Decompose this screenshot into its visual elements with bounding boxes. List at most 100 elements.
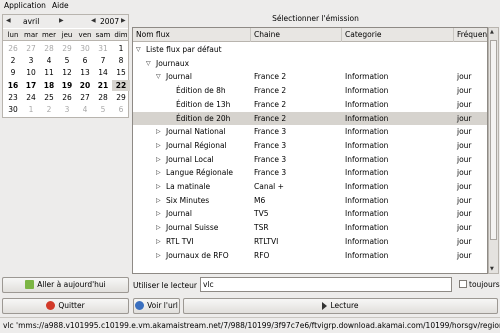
calendar-day[interactable]: 3 — [22, 55, 40, 66]
tree-row[interactable]: ▽ Journal France 2 Information jour — [133, 70, 487, 84]
tree-cell-freq: jour — [457, 154, 472, 164]
calendar-day[interactable]: 12 — [58, 67, 76, 78]
expander-closed-icon[interactable]: ▷ — [156, 235, 161, 249]
tree-row[interactable]: Édition de 8h France 2 Information jour — [133, 84, 487, 98]
tree-row[interactable]: ▷ Journal Régional France 3 Information jour — [133, 139, 487, 153]
lecteur-input[interactable] — [200, 277, 452, 292]
tree-row[interactable]: Édition de 13h France 2 Information jour — [133, 98, 487, 112]
tree-row[interactable]: ▷ Six Minutes M6 Information jour — [133, 194, 487, 208]
expander-closed-icon[interactable]: ▷ — [156, 166, 161, 180]
lecture-button[interactable]: Lecture — [183, 298, 498, 314]
calendar-day[interactable]: 11 — [40, 67, 58, 78]
calendar-day[interactable]: 4 — [76, 104, 94, 115]
calendar-day[interactable]: 15 — [112, 67, 130, 78]
column-nom-flux[interactable]: Nom flux — [133, 28, 251, 42]
voir-url-button[interactable]: Voir l'url — [133, 298, 180, 314]
month-label: avril — [23, 17, 40, 26]
prev-month-arrow-icon[interactable]: ◀ — [6, 17, 11, 24]
calendar-day[interactable]: 23 — [4, 92, 22, 103]
tree-cell-chaine: France 2 — [254, 99, 287, 109]
tree-cell-chaine: TV5 — [254, 209, 269, 219]
tree-row[interactable]: ▷ Journaux de RFO RFO Information jour — [133, 249, 487, 263]
calendar-day[interactable]: 8 — [112, 55, 130, 66]
scrollbar-thumb[interactable] — [490, 40, 497, 240]
emission-panel: Sélectionner l'émission Nom flux Chaine … — [132, 14, 499, 275]
calendar-day[interactable]: 13 — [76, 67, 94, 78]
menu-application[interactable]: Application — [4, 1, 46, 10]
year-label: 2007 — [100, 17, 120, 26]
calendar-day[interactable]: 30 — [4, 104, 22, 115]
tree-row[interactable]: ▷ La matinale Canal + Information jour — [133, 180, 487, 194]
tree-cell-name: Édition de 20h — [176, 113, 231, 123]
expander-open-icon[interactable]: ▽ — [156, 70, 161, 84]
column-frequence[interactable]: Fréquence — [454, 28, 487, 42]
tree-row[interactable]: ▷ Journal TV5 Information jour — [133, 207, 487, 221]
calendar-day[interactable]: 16 — [4, 80, 22, 91]
calendar-day[interactable]: 2 — [40, 104, 58, 115]
toujours-checkbox[interactable]: toujours — [459, 280, 500, 289]
expander-closed-icon[interactable]: ▷ — [156, 180, 161, 194]
expander-open-icon[interactable]: ▽ — [146, 57, 151, 71]
calendar-day[interactable]: 30 — [76, 43, 94, 54]
calendar-day[interactable]: 1 — [22, 104, 40, 115]
calendar-day[interactable]: 3 — [58, 104, 76, 115]
calendar-day[interactable]: 4 — [40, 55, 58, 66]
expander-closed-icon[interactable]: ▷ — [156, 125, 161, 139]
column-chaine[interactable]: Chaine — [251, 28, 342, 42]
calendar-day[interactable]: 17 — [22, 80, 40, 91]
calendar-day[interactable]: 24 — [22, 92, 40, 103]
calendar-day[interactable]: 10 — [22, 67, 40, 78]
calendar-day[interactable]: 31 — [94, 43, 112, 54]
expander-closed-icon[interactable]: ▷ — [156, 139, 161, 153]
menu-aide[interactable]: Aide — [52, 1, 69, 10]
calendar-day[interactable]: 19 — [58, 80, 76, 91]
next-month-arrow-icon[interactable]: ▶ — [59, 17, 64, 24]
next-year-arrow-icon[interactable]: ▶ — [121, 17, 126, 24]
expander-closed-icon[interactable]: ▷ — [156, 207, 161, 221]
emission-tree[interactable]: Nom flux Chaine Categorie Fréquence ▽ Lis… — [132, 27, 488, 274]
expander-open-icon[interactable]: ▽ — [136, 43, 141, 57]
tree-vertical-scrollbar[interactable]: ▲ ▼ — [488, 27, 499, 274]
calendar-day[interactable]: 26 — [4, 43, 22, 54]
calendar-day[interactable]: 6 — [112, 104, 130, 115]
expander-closed-icon[interactable]: ▷ — [156, 221, 161, 235]
tree-row[interactable]: ▷ Journal National France 3 Information jour — [133, 125, 487, 139]
scroll-up-arrow-icon[interactable]: ▲ — [490, 29, 494, 35]
calendar-day-selected[interactable]: 22 — [112, 79, 130, 91]
scroll-down-arrow-icon[interactable]: ▼ — [490, 266, 494, 272]
calendar-day[interactable]: 21 — [94, 80, 112, 91]
calendar-day[interactable]: 14 — [94, 67, 112, 78]
calendar-day[interactable]: 29 — [58, 43, 76, 54]
calendar-day[interactable]: 18 — [40, 80, 58, 91]
tree-row-selected[interactable]: Édition de 20h France 2 Information jour — [133, 111, 487, 126]
expander-closed-icon[interactable]: ▷ — [156, 249, 161, 263]
calendar-day[interactable]: 27 — [22, 43, 40, 54]
go-today-button[interactable]: Aller à aujourd'hui — [2, 277, 129, 293]
tree-row[interactable]: ▽ Liste flux par défaut — [133, 43, 487, 57]
calendar-day[interactable]: 5 — [58, 55, 76, 66]
calendar-day[interactable]: 28 — [40, 43, 58, 54]
checkbox-icon[interactable] — [459, 280, 467, 288]
calendar-day[interactable]: 5 — [94, 104, 112, 115]
calendar-day[interactable]: 29 — [112, 92, 130, 103]
calendar-day[interactable]: 1 — [112, 43, 130, 54]
expander-closed-icon[interactable]: ▷ — [156, 153, 161, 167]
expander-closed-icon[interactable]: ▷ — [156, 194, 161, 208]
tree-row[interactable]: ▽ Journaux — [133, 57, 487, 71]
quit-button[interactable]: Quitter — [2, 298, 129, 314]
calendar-day[interactable]: 26 — [58, 92, 76, 103]
calendar-day[interactable]: 28 — [94, 92, 112, 103]
calendar-day[interactable]: 9 — [4, 67, 22, 78]
prev-year-arrow-icon[interactable]: ◀ — [91, 17, 96, 24]
calendar-day[interactable]: 20 — [76, 80, 94, 91]
calendar-day[interactable]: 7 — [94, 55, 112, 66]
tree-row[interactable]: ▷ Langue Régionale France 3 Information jour — [133, 166, 487, 180]
tree-row[interactable]: ▷ Journal Suisse TSR Information jour — [133, 221, 487, 235]
calendar-day[interactable]: 27 — [76, 92, 94, 103]
calendar-day[interactable]: 25 — [40, 92, 58, 103]
column-categorie[interactable]: Categorie — [342, 28, 454, 42]
calendar-day[interactable]: 2 — [4, 55, 22, 66]
calendar-day[interactable]: 6 — [76, 55, 94, 66]
tree-row[interactable]: ▷ Journal Local France 3 Information jour — [133, 153, 487, 167]
tree-row[interactable]: ▷ RTL TVI RTLTVI Information jour — [133, 235, 487, 249]
